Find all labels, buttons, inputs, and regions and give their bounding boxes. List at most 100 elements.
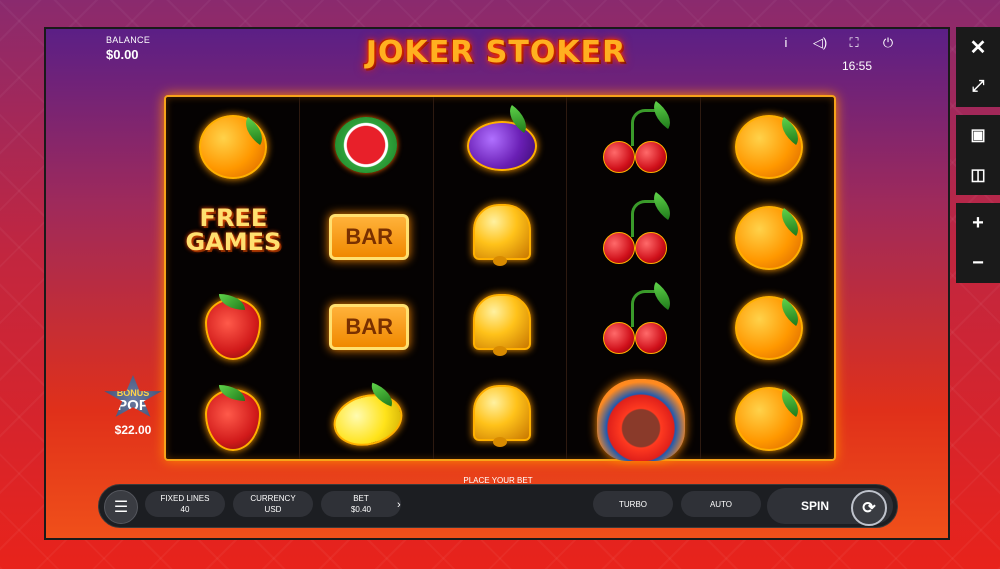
- split-monitor-icon: ◫: [970, 167, 986, 184]
- reel-cell: [300, 97, 433, 188]
- balance-label: BALANCE: [106, 35, 151, 45]
- menu-button[interactable]: ☰: [104, 490, 138, 524]
- reel-cell: [567, 188, 700, 279]
- minus-icon: −: [972, 251, 984, 274]
- close-icon: ✕: [969, 36, 987, 59]
- orange-symbol: [733, 107, 805, 180]
- balance-value: $0.00: [106, 47, 139, 62]
- reel-cell: [701, 278, 834, 369]
- lemon-symbol: [327, 379, 409, 453]
- reel-grid: FREE GAMES BAR BAR: [164, 95, 836, 461]
- layout-single-button[interactable]: ▣: [956, 115, 1000, 155]
- bonus-pop-value: $22.00: [114, 423, 152, 437]
- orange-symbol: [733, 198, 805, 270]
- bar-label: BAR: [329, 304, 410, 351]
- monitor-icon: ▣: [970, 127, 986, 144]
- cherry-symbol: [599, 282, 678, 358]
- strawberry-symbol: [197, 379, 267, 451]
- game-logo: JOKER STOKER: [365, 35, 627, 70]
- bonus-pop-line2: POP: [117, 397, 149, 414]
- reel-4: [567, 97, 702, 461]
- bet-label: BET: [353, 494, 369, 503]
- orange-symbol: [197, 107, 270, 180]
- reel-5: [701, 97, 834, 459]
- free-games-line1: FREE: [199, 203, 268, 232]
- turbo-label: TURBO: [619, 499, 647, 509]
- place-bet-label: PLACE YOUR BET: [463, 476, 533, 485]
- reel-cell: [166, 97, 299, 188]
- strawberry-symbol: [197, 288, 267, 361]
- spin-pill[interactable]: SPIN ⟳: [767, 488, 893, 526]
- currency-value: USD: [264, 505, 282, 514]
- reel-cell: [434, 188, 567, 279]
- auto-button[interactable]: AUTO: [681, 491, 761, 517]
- fullscreen-icon[interactable]: ⛶: [846, 35, 862, 51]
- fixed-lines-label: FIXED LINES: [160, 494, 210, 503]
- clock: 16:55: [841, 59, 872, 73]
- bonus-star-icon: BONUS POP: [104, 375, 162, 417]
- fixed-lines-pill: FIXED LINES 40: [145, 491, 225, 517]
- bet-pill[interactable]: BET $0.40: [321, 491, 401, 517]
- joker-symbol: [596, 378, 685, 461]
- bell-symbol: [465, 198, 535, 268]
- bar-label: BAR: [329, 213, 410, 260]
- bet-arrow-icon[interactable]: ›: [397, 499, 401, 511]
- bar-symbol: BAR: [329, 288, 410, 358]
- auto-label: AUTO: [709, 499, 733, 509]
- reel-cell: FREE GAMES: [166, 188, 299, 279]
- cherry-symbol: [599, 101, 678, 177]
- bonus-pop-badge: BONUS POP $22.00: [96, 375, 170, 447]
- power-icon[interactable]: ⏻: [880, 35, 896, 51]
- layout-split-button[interactable]: ◫: [956, 155, 1000, 195]
- control-bar: PLACE YOUR BET ☰ FIXED LINES 40 CURRENCY…: [98, 476, 898, 528]
- hamburger-icon: ☰: [113, 499, 129, 516]
- top-toolbar: i ◁) ⛶ ⏻: [778, 35, 896, 51]
- reel-cell: BAR: [300, 278, 433, 369]
- reel-3: [434, 97, 568, 459]
- reel-cell: [434, 97, 567, 188]
- turbo-button[interactable]: TURBO: [593, 491, 673, 517]
- reel-cell: [701, 97, 834, 188]
- currency-pill[interactable]: CURRENCY USD: [233, 491, 313, 517]
- bet-value: $0.40: [350, 505, 372, 514]
- free-games-line2: GAMES: [185, 227, 282, 256]
- info-icon[interactable]: i: [778, 35, 794, 51]
- balance-display: BALANCE $0.00: [106, 35, 150, 62]
- bell-symbol: [465, 288, 535, 358]
- game-frame: BALANCE $0.00 JOKER STOKER i ◁) ⛶ ⏻ 16:5…: [44, 27, 950, 540]
- reel-cell: BAR: [300, 188, 433, 279]
- spin-label: SPIN: [801, 499, 830, 513]
- reel-cell: [701, 369, 834, 460]
- refresh-icon: ⟳: [862, 500, 876, 517]
- reel-1: FREE GAMES: [166, 97, 300, 459]
- reel-2: BAR BAR: [300, 97, 434, 459]
- free-games-symbol: FREE GAMES: [185, 198, 281, 268]
- fixed-lines-value: 40: [180, 505, 190, 514]
- watermelon-symbol: [331, 107, 401, 177]
- reel-cell: [166, 278, 299, 369]
- cherry-symbol: [599, 191, 678, 268]
- close-button[interactable]: ✕: [956, 27, 1000, 67]
- reel-cell: [567, 369, 700, 461]
- plus-icon: +: [972, 211, 984, 234]
- orange-symbol: [733, 379, 805, 451]
- reel-cell: [701, 188, 834, 279]
- bell-symbol: [465, 379, 535, 449]
- reel-cell: [300, 369, 433, 460]
- expand-button[interactable]: ⤢: [956, 67, 1000, 107]
- zoom-in-button[interactable]: +: [956, 203, 1000, 243]
- reel-cell: [434, 278, 567, 369]
- orange-symbol: [733, 288, 805, 361]
- spin-button[interactable]: ⟳: [851, 490, 887, 526]
- expand-icon: ⤢: [971, 78, 985, 95]
- plum-symbol: [465, 105, 537, 177]
- reel-cell: [434, 369, 567, 460]
- reel-cell: [166, 369, 299, 460]
- zoom-out-button[interactable]: −: [956, 243, 1000, 283]
- sound-icon[interactable]: ◁): [812, 35, 828, 51]
- currency-label: CURRENCY: [250, 494, 296, 503]
- bar-symbol: BAR: [329, 198, 410, 268]
- reel-cell: [567, 278, 700, 369]
- reel-cell: [567, 97, 700, 188]
- side-panel: ✕ ⤢ ▣ ◫ + −: [956, 27, 1000, 541]
